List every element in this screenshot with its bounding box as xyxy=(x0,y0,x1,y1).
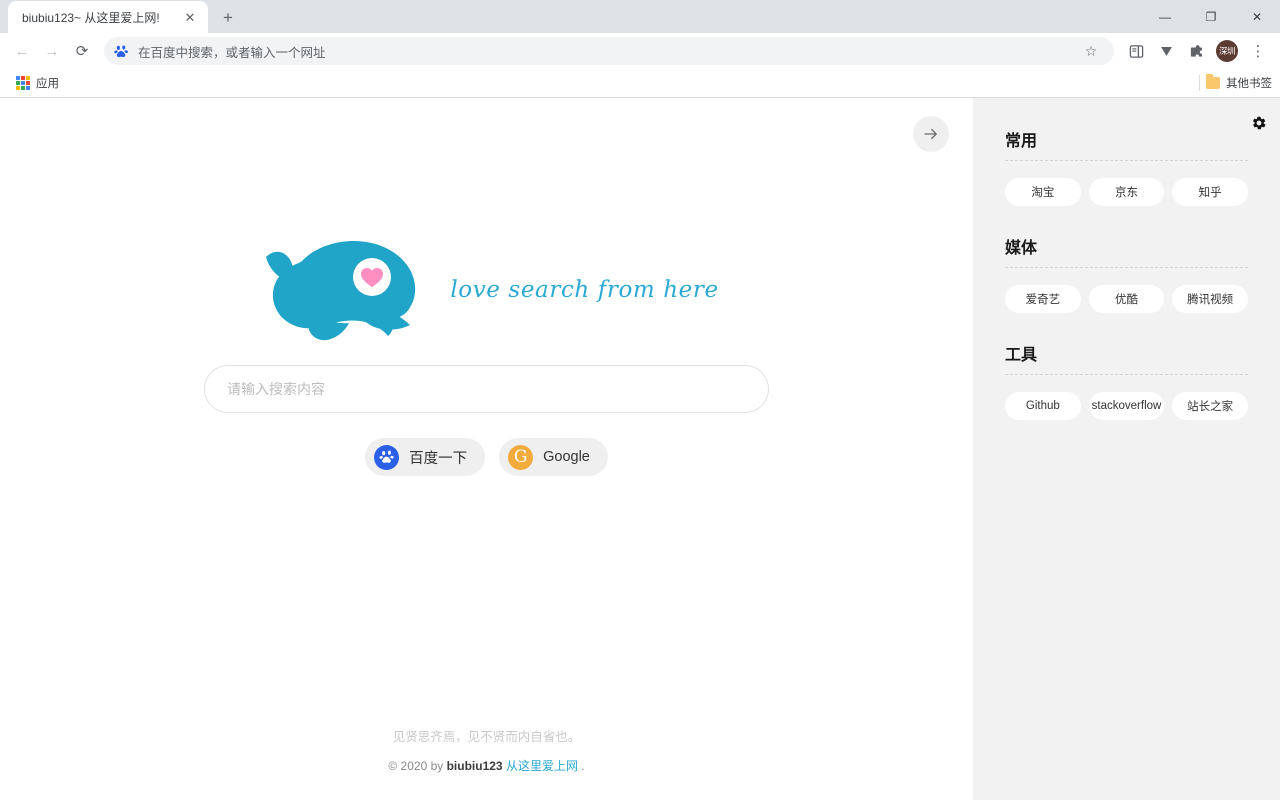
footer-quote: 见贤思齐焉，见不贤而内自省也。 xyxy=(392,730,581,744)
link-pill[interactable]: 淘宝 xyxy=(1005,178,1081,206)
window-controls: — ❐ ✕ xyxy=(1142,0,1280,33)
address-bar-placeholder: 在百度中搜索，或者输入一个网址 xyxy=(138,45,326,60)
baidu-search-button[interactable]: 百度一下 xyxy=(365,438,486,476)
close-icon[interactable]: ✕ xyxy=(180,7,200,27)
site-logo: love search from here xyxy=(254,235,718,345)
baidu-search-label: 百度一下 xyxy=(409,450,468,467)
tab-title: biubiu123~ 从这里爱上网! xyxy=(22,10,160,25)
copyright-prefix: © 2020 by xyxy=(388,759,447,773)
search-input[interactable] xyxy=(227,381,746,397)
link-pill[interactable]: 腾讯视频 xyxy=(1172,285,1249,313)
forward-icon[interactable]: → xyxy=(38,37,66,65)
google-g-icon: G xyxy=(508,444,534,470)
search-box[interactable] xyxy=(204,365,769,413)
link-group-common: 淘宝 京东 知乎 xyxy=(1005,178,1249,206)
link-pill[interactable]: Github xyxy=(1005,392,1081,420)
sidebar: 常用 淘宝 京东 知乎 媒体 爱奇艺 优酷 腾讯视频 工具 Github sta… xyxy=(973,98,1280,800)
link-pill[interactable]: 优酷 xyxy=(1088,285,1165,313)
divider xyxy=(1005,267,1248,268)
link-pill[interactable]: 知乎 xyxy=(1172,178,1249,206)
google-search-button[interactable]: G Google xyxy=(499,438,608,476)
download-icon[interactable] xyxy=(1152,37,1180,65)
menu-icon[interactable]: ⋮ xyxy=(1244,37,1272,65)
search-engine-buttons: 百度一下 G Google xyxy=(365,438,608,476)
tab-strip: biubiu123~ 从这里爱上网! ✕ + — ❐ ✕ xyxy=(0,0,1280,33)
link-pill[interactable]: 站长之家 xyxy=(1172,392,1249,420)
new-tab-button[interactable]: + xyxy=(214,3,242,31)
apps-grid-icon xyxy=(16,76,30,90)
link-group-media: 爱奇艺 优酷 腾讯视频 xyxy=(1005,285,1249,313)
tagline: love search from here xyxy=(450,277,719,303)
gear-icon[interactable] xyxy=(1250,114,1268,132)
address-bar[interactable]: 在百度中搜索，或者输入一个网址 ☆ xyxy=(104,37,1114,65)
footer-copyright: © 2020 by biubiu123 从这里爱上网 . xyxy=(388,757,584,774)
other-bookmarks-label[interactable]: 其他书签 xyxy=(1226,75,1272,91)
tab-active[interactable]: biubiu123~ 从这里爱上网! ✕ xyxy=(8,1,208,33)
link-pill[interactable]: stackoverflow xyxy=(1088,392,1165,420)
side-panel-icon[interactable] xyxy=(1122,37,1150,65)
section-title-media: 媒体 xyxy=(1005,240,1038,257)
bookmarks-bar: 应用 其他书签 xyxy=(0,69,1280,98)
browser-toolbar: ← → ⟳ 在百度中搜索，或者输入一个网址 ☆ 深圳 ⋮ xyxy=(0,33,1280,69)
minimize-icon[interactable]: — xyxy=(1142,0,1188,33)
google-search-label: Google xyxy=(543,449,590,465)
link-pill[interactable]: 爱奇艺 xyxy=(1005,285,1081,313)
divider xyxy=(1005,160,1248,161)
avatar[interactable]: 深圳 xyxy=(1216,40,1238,62)
window-close-icon[interactable]: ✕ xyxy=(1234,0,1280,33)
section-title-tools: 工具 xyxy=(1005,347,1038,364)
baidu-paw-icon xyxy=(114,44,129,59)
copyright-brand: biubiu123 xyxy=(446,759,503,773)
copyright-suffix: . xyxy=(577,759,585,773)
back-icon[interactable]: ← xyxy=(8,37,36,65)
baidu-paw-icon xyxy=(374,444,400,470)
copyright-link[interactable]: 从这里爱上网 xyxy=(503,759,578,773)
bookmark-star-icon[interactable]: ☆ xyxy=(1078,38,1104,64)
maximize-icon[interactable]: ❐ xyxy=(1188,0,1234,33)
folder-icon xyxy=(1206,74,1220,89)
arrow-right-icon xyxy=(924,128,937,140)
section-title-common: 常用 xyxy=(1005,133,1038,150)
link-group-tools: Github stackoverflow 站长之家 xyxy=(1005,392,1249,420)
other-bookmarks-group: 其他书签 xyxy=(1199,74,1272,91)
link-pill[interactable]: 京东 xyxy=(1088,178,1165,206)
whale-icon xyxy=(254,235,444,345)
browser-window: biubiu123~ 从这里爱上网! ✕ + — ❐ ✕ ← → ⟳ 在百度中搜… xyxy=(0,0,1280,800)
divider xyxy=(1005,374,1248,375)
page-content: love search from here 请输入搜索内容 百度一下 G Goo… xyxy=(0,98,1280,800)
apps-label: 应用 xyxy=(36,78,59,90)
divider xyxy=(1199,75,1200,91)
page-footer: 见贤思齐焉，见不贤而内自省也。 © 2020 by biubiu123 从这里爱… xyxy=(0,726,973,774)
reload-icon[interactable]: ⟳ xyxy=(68,37,96,65)
main-area: love search from here 请输入搜索内容 百度一下 G Goo… xyxy=(0,98,973,800)
extensions-icon[interactable] xyxy=(1182,37,1210,65)
toggle-sidebar-button[interactable] xyxy=(913,116,949,152)
apps-shortcut[interactable]: 应用 xyxy=(8,72,67,94)
